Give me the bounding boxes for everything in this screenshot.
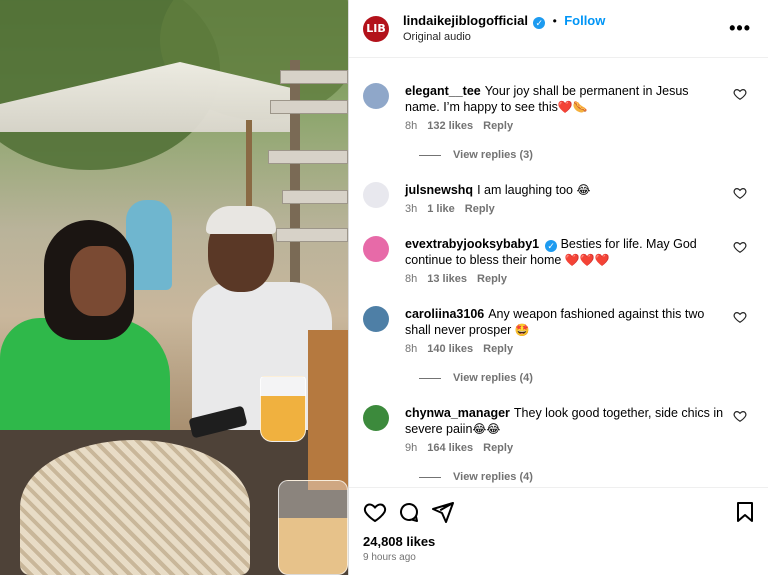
header-info: lindaikejiblogofficial ✓ • Follow Origin…	[403, 13, 605, 45]
comment-time: 3h	[405, 203, 418, 215]
emoji: 🤩	[514, 323, 530, 337]
emoji: 😂	[576, 183, 591, 197]
verified-icon: ✓	[545, 240, 558, 252]
comment-meta: 8h 132 likes Reply	[405, 120, 523, 132]
post-media[interactable]	[0, 0, 348, 575]
sign-board	[270, 100, 348, 114]
avatar[interactable]	[363, 306, 389, 332]
like-icon[interactable]	[363, 500, 387, 524]
comment-meta: 3h 1 like Reply	[405, 203, 505, 215]
avatar[interactable]	[363, 405, 389, 431]
comment-username[interactable]: evextrabyjooksybaby1	[405, 237, 539, 251]
likes-count[interactable]: 24,808 likes	[363, 534, 435, 549]
follow-button[interactable]: Follow	[564, 13, 605, 28]
bag	[308, 330, 348, 490]
post-viewer: LIB lindaikejiblogofficial ✓ • Follow Or…	[0, 0, 768, 575]
comments-panel: LIB lindaikejiblogofficial ✓ • Follow Or…	[348, 0, 768, 575]
post-time[interactable]: 9 hours ago	[363, 552, 416, 563]
reply-button[interactable]: Reply	[483, 343, 513, 355]
view-replies-button[interactable]: View replies (3)	[419, 149, 533, 161]
drink-cup	[260, 376, 306, 442]
comment-time: 9h	[405, 442, 418, 454]
comment-likes[interactable]: 132 likes	[427, 120, 473, 132]
comment-meta: 8h 13 likes Reply	[405, 273, 517, 285]
sign-board	[276, 228, 348, 242]
reply-button[interactable]: Reply	[483, 120, 513, 132]
avatar[interactable]: LIB	[363, 15, 389, 42]
username[interactable]: lindaikejiblogofficial	[403, 13, 528, 28]
heart-outline-icon[interactable]	[733, 240, 747, 254]
heart-outline-icon[interactable]	[733, 310, 747, 324]
view-replies-button[interactable]: View replies (4)	[419, 372, 533, 384]
comment-username[interactable]: caroliina3106	[405, 307, 484, 321]
comment-meta: 9h 164 likes Reply	[405, 442, 523, 454]
comment-icon[interactable]	[397, 500, 421, 524]
comment-username[interactable]: julsnewshq	[405, 183, 473, 197]
heart-outline-icon[interactable]	[733, 87, 747, 101]
avatar[interactable]	[363, 236, 389, 262]
comment-time: 8h	[405, 273, 418, 285]
heart-outline-icon[interactable]	[733, 409, 747, 423]
comment-username[interactable]: elegant__tee	[405, 84, 481, 98]
comment-time: 8h	[405, 120, 418, 132]
heart-outline-icon[interactable]	[733, 186, 747, 200]
emoji: ❤️🌭	[557, 100, 588, 114]
drink-cup	[278, 480, 348, 575]
sign-board	[280, 70, 348, 84]
reply-button[interactable]: Reply	[465, 203, 495, 215]
separator-dot: •	[552, 13, 557, 28]
sign-board	[282, 190, 348, 204]
emoji: ❤️❤️❤️	[564, 253, 610, 267]
man-cap	[206, 206, 276, 234]
woman-face	[70, 246, 126, 316]
comment-username[interactable]: chynwa_manager	[405, 406, 510, 420]
comment-time: 8h	[405, 343, 418, 355]
comment-text: chynwa_manager They look good together, s…	[405, 405, 725, 437]
comment-text: evextrabyjooksybaby1 ✓ Besties for life. …	[405, 236, 725, 268]
avatar[interactable]	[363, 182, 389, 208]
emoji: 😂😂	[472, 422, 501, 436]
comment-body: I am laughing too	[477, 183, 573, 197]
action-bar: 24,808 likes 9 hours ago	[349, 487, 768, 575]
woven-bag	[20, 440, 250, 575]
comment-text: elegant__tee Your joy shall be permanent …	[405, 83, 725, 115]
save-icon[interactable]	[733, 500, 757, 524]
reply-button[interactable]: Reply	[483, 442, 513, 454]
comment-meta: 8h 140 likes Reply	[405, 343, 523, 355]
comment-list[interactable]: elegant__tee Your joy shall be permanent …	[349, 59, 768, 486]
avatar[interactable]	[363, 83, 389, 109]
view-replies-button[interactable]: View replies (4)	[419, 471, 533, 483]
share-icon[interactable]	[431, 500, 455, 524]
verified-icon: ✓	[533, 16, 546, 29]
reply-button[interactable]: Reply	[477, 273, 507, 285]
comment-likes[interactable]: 164 likes	[427, 442, 473, 454]
more-icon[interactable]: •••	[729, 18, 751, 39]
comment-text: julsnewshq I am laughing too 😂	[405, 182, 725, 198]
comment-likes[interactable]: 140 likes	[427, 343, 473, 355]
post-header: LIB lindaikejiblogofficial ✓ • Follow Or…	[349, 0, 768, 58]
comment-likes[interactable]: 1 like	[427, 203, 455, 215]
sign-board	[268, 150, 348, 164]
comment-text: caroliina3106 Any weapon fashioned agains…	[405, 306, 725, 338]
comment-likes[interactable]: 13 likes	[427, 273, 467, 285]
audio-label[interactable]: Original audio	[403, 29, 605, 45]
